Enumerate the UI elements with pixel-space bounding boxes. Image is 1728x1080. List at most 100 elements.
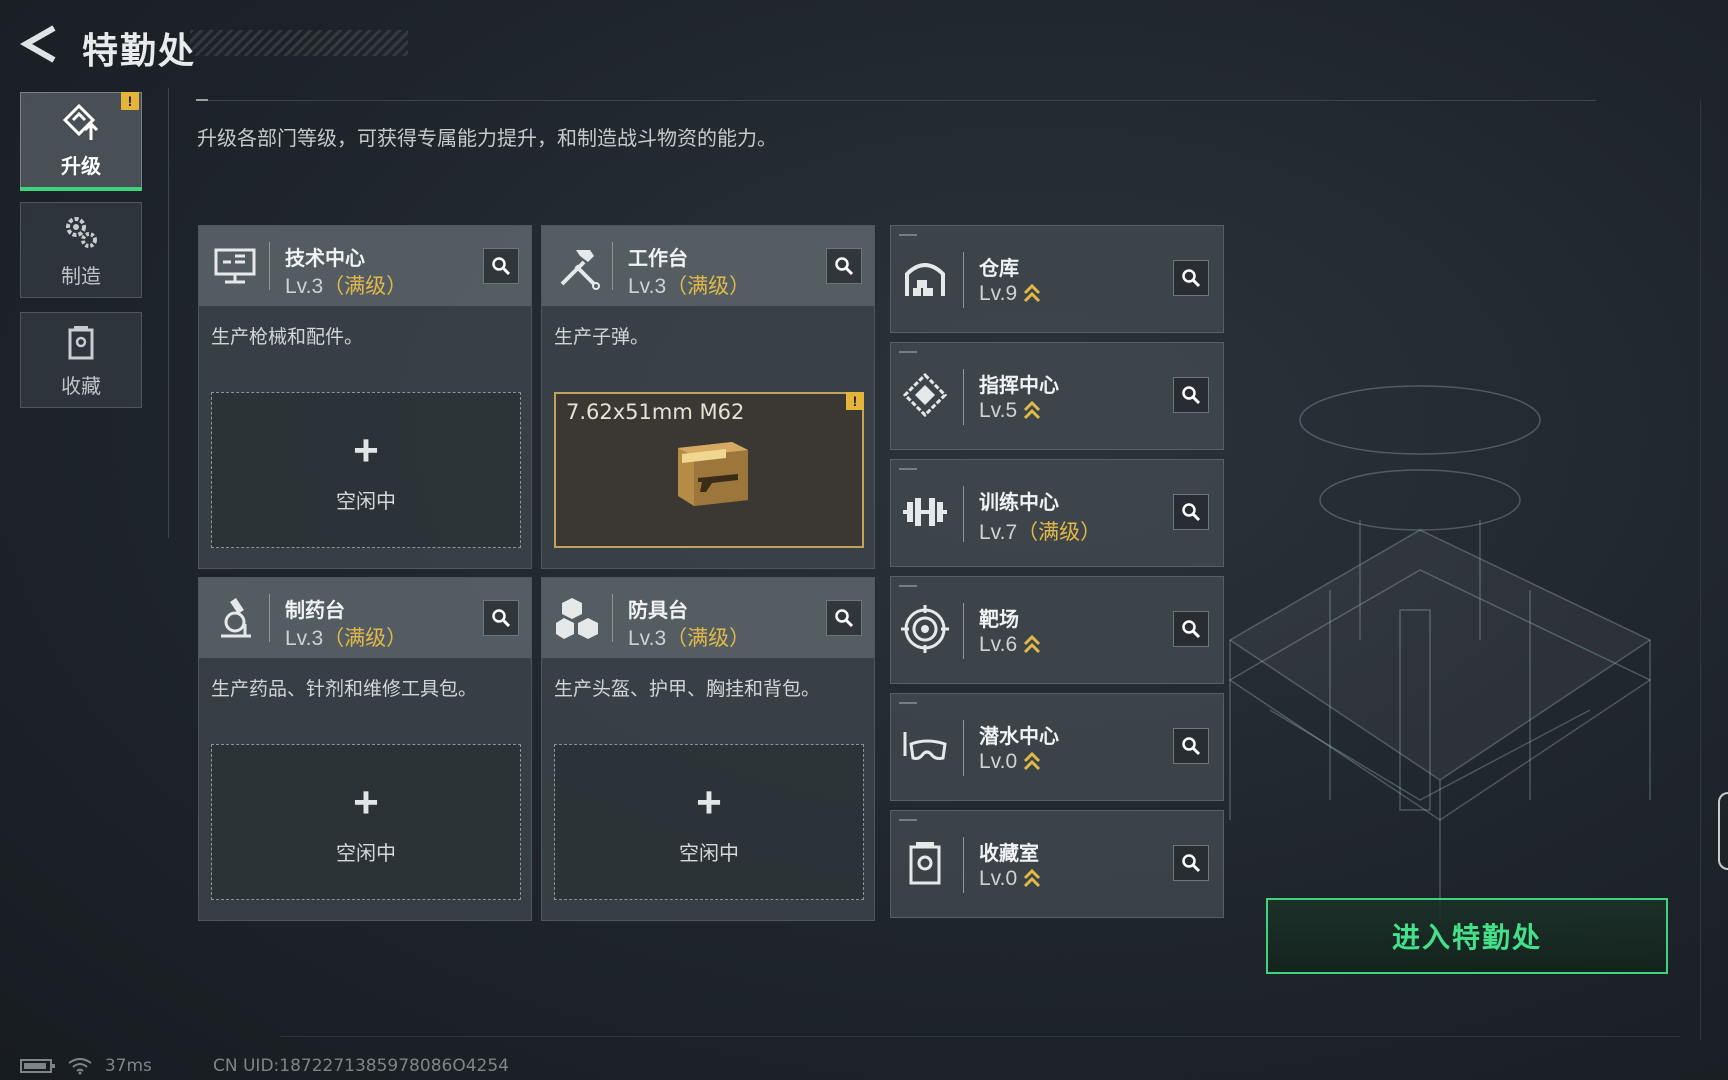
facility-name: 仓库 <box>979 258 1019 280</box>
workstation-level: Lv.3（满级） <box>285 627 408 650</box>
workstation-level: Lv.3（满级） <box>285 275 408 298</box>
divider <box>196 100 1596 101</box>
search-button[interactable] <box>483 248 519 284</box>
facility-name: 收藏室 <box>979 843 1039 865</box>
search-icon <box>1182 854 1201 873</box>
tab-label: 制造 <box>61 265 101 288</box>
ping-value: 37ms <box>104 1056 152 1076</box>
separator <box>963 486 964 542</box>
search-icon <box>492 257 511 276</box>
separator <box>612 594 613 642</box>
workstation-name: 技术中心 <box>285 248 365 270</box>
tab-upgrade[interactable]: ! 升级 <box>20 92 142 191</box>
search-button[interactable] <box>1173 845 1209 881</box>
alert-badge: ! <box>846 392 864 410</box>
search-button[interactable] <box>826 248 862 284</box>
facility-diving-center[interactable]: 潜水中心 Lv.0 <box>890 693 1224 801</box>
workstation-card-workbench: 工作台 Lv.3（满级） 生产子弹。 ! 7.62x51mm M62 <box>541 225 875 569</box>
search-icon <box>835 609 854 628</box>
separator <box>269 594 270 642</box>
facility-model-illustration <box>1228 385 1652 920</box>
dumbbell-icon <box>903 498 947 526</box>
search-icon <box>492 609 511 628</box>
workstation-name: 工作台 <box>628 248 688 270</box>
warehouse-icon <box>905 263 945 296</box>
max-level-tag: （满级） <box>1017 521 1102 544</box>
search-button[interactable] <box>1173 611 1209 647</box>
facility-level: Lv.9 <box>979 282 1041 306</box>
search-button[interactable] <box>826 600 862 636</box>
workstation-description: 生产子弹。 <box>554 327 650 348</box>
enter-special-ops-button[interactable]: 进入特勤处 <box>1266 898 1668 974</box>
workstation-description: 生产头盔、护甲、胸挂和背包。 <box>554 679 821 700</box>
workstation-card-tech-center: 技术中心 Lv.3（满级） 生产枪械和配件。 + 空闲中 <box>198 225 532 569</box>
divider <box>280 1036 1680 1037</box>
upgrade-chevron-icon <box>1024 401 1041 420</box>
max-level-tag: （满级） <box>323 627 408 650</box>
hammer-wrench-icon <box>560 250 600 290</box>
tab-collection[interactable]: 收藏 <box>20 312 142 408</box>
computer-icon <box>214 248 256 284</box>
separator <box>963 603 964 659</box>
max-level-tag: （满级） <box>666 627 751 650</box>
facility-training-center[interactable]: 训练中心 Lv.7（满级） <box>890 459 1224 567</box>
diving-mask-icon <box>903 732 947 760</box>
facility-level: Lv.0 <box>979 750 1041 774</box>
plus-icon: + <box>353 426 379 475</box>
facility-collection-room[interactable]: 收藏室 Lv.0 <box>890 810 1224 918</box>
upgrade-chevron-icon <box>1024 284 1041 303</box>
workstation-level: Lv.3（满级） <box>628 627 751 650</box>
tab-label: 收藏 <box>61 375 101 398</box>
plus-icon: + <box>696 778 722 827</box>
facility-command-center[interactable]: 指挥中心 Lv.5 <box>890 342 1224 450</box>
page-title: 特勤处 <box>82 30 197 71</box>
plus-icon: + <box>353 778 379 827</box>
workstation-card-pharmacy: 制药台 Lv.3（满级） 生产药品、针剂和维修工具包。 + 空闲中 <box>198 577 532 921</box>
microscope-icon <box>221 598 251 638</box>
workstation-name: 防具台 <box>628 600 688 622</box>
search-icon <box>1182 737 1201 756</box>
search-button[interactable] <box>1173 260 1209 296</box>
status-bar: 37ms <box>20 1056 152 1076</box>
title-decoration <box>190 30 408 56</box>
armor-cubes-icon <box>556 598 598 639</box>
side-drawer-handle[interactable] <box>1718 792 1728 870</box>
divider <box>168 88 169 538</box>
production-slot-empty[interactable]: + 空闲中 <box>211 744 521 900</box>
facility-level: Lv.7（满级） <box>979 521 1102 544</box>
workstation-level: Lv.3（满级） <box>628 275 751 298</box>
separator <box>963 369 964 425</box>
search-button[interactable] <box>483 600 519 636</box>
search-button[interactable] <box>1173 494 1209 530</box>
max-level-tag: （满级） <box>323 275 408 298</box>
upgrade-chevron-icon <box>1024 635 1041 654</box>
facility-name: 潜水中心 <box>979 726 1059 748</box>
facility-warehouse[interactable]: 仓库 Lv.9 <box>890 225 1224 333</box>
item-name: 7.62x51mm M62 <box>566 400 745 424</box>
upgrade-icon <box>62 103 99 140</box>
tab-craft[interactable]: 制造 <box>20 202 142 298</box>
workstation-card-armor: 防具台 Lv.3（满级） 生产头盔、护甲、胸挂和背包。 + 空闲中 <box>541 577 875 921</box>
command-emblem-icon <box>902 372 948 418</box>
divider <box>1700 100 1701 1040</box>
tab-label: 升级 <box>61 155 101 178</box>
divider-mark <box>196 99 208 101</box>
workstation-description: 生产枪械和配件。 <box>211 327 364 348</box>
workstation-description: 生产药品、针剂和维修工具包。 <box>211 679 478 700</box>
target-icon <box>901 605 949 653</box>
search-button[interactable] <box>1173 728 1209 764</box>
production-slot-empty[interactable]: + 空闲中 <box>211 392 521 548</box>
collection-cabinet-icon <box>68 325 94 359</box>
production-slot-empty[interactable]: + 空闲中 <box>554 744 864 900</box>
production-slot-item[interactable]: ! 7.62x51mm M62 <box>554 392 864 548</box>
back-arrow-icon[interactable] <box>20 24 60 64</box>
facility-name: 训练中心 <box>979 492 1059 514</box>
max-level-tag: （满级） <box>666 275 751 298</box>
search-button[interactable] <box>1173 377 1209 413</box>
facility-level: Lv.0 <box>979 867 1041 891</box>
battery-icon <box>20 1059 55 1073</box>
upgrade-chevron-icon <box>1024 869 1041 888</box>
ammo-box-icon <box>678 442 748 506</box>
facility-level: Lv.5 <box>979 399 1041 423</box>
facility-shooting-range[interactable]: 靶场 Lv.6 <box>890 576 1224 684</box>
